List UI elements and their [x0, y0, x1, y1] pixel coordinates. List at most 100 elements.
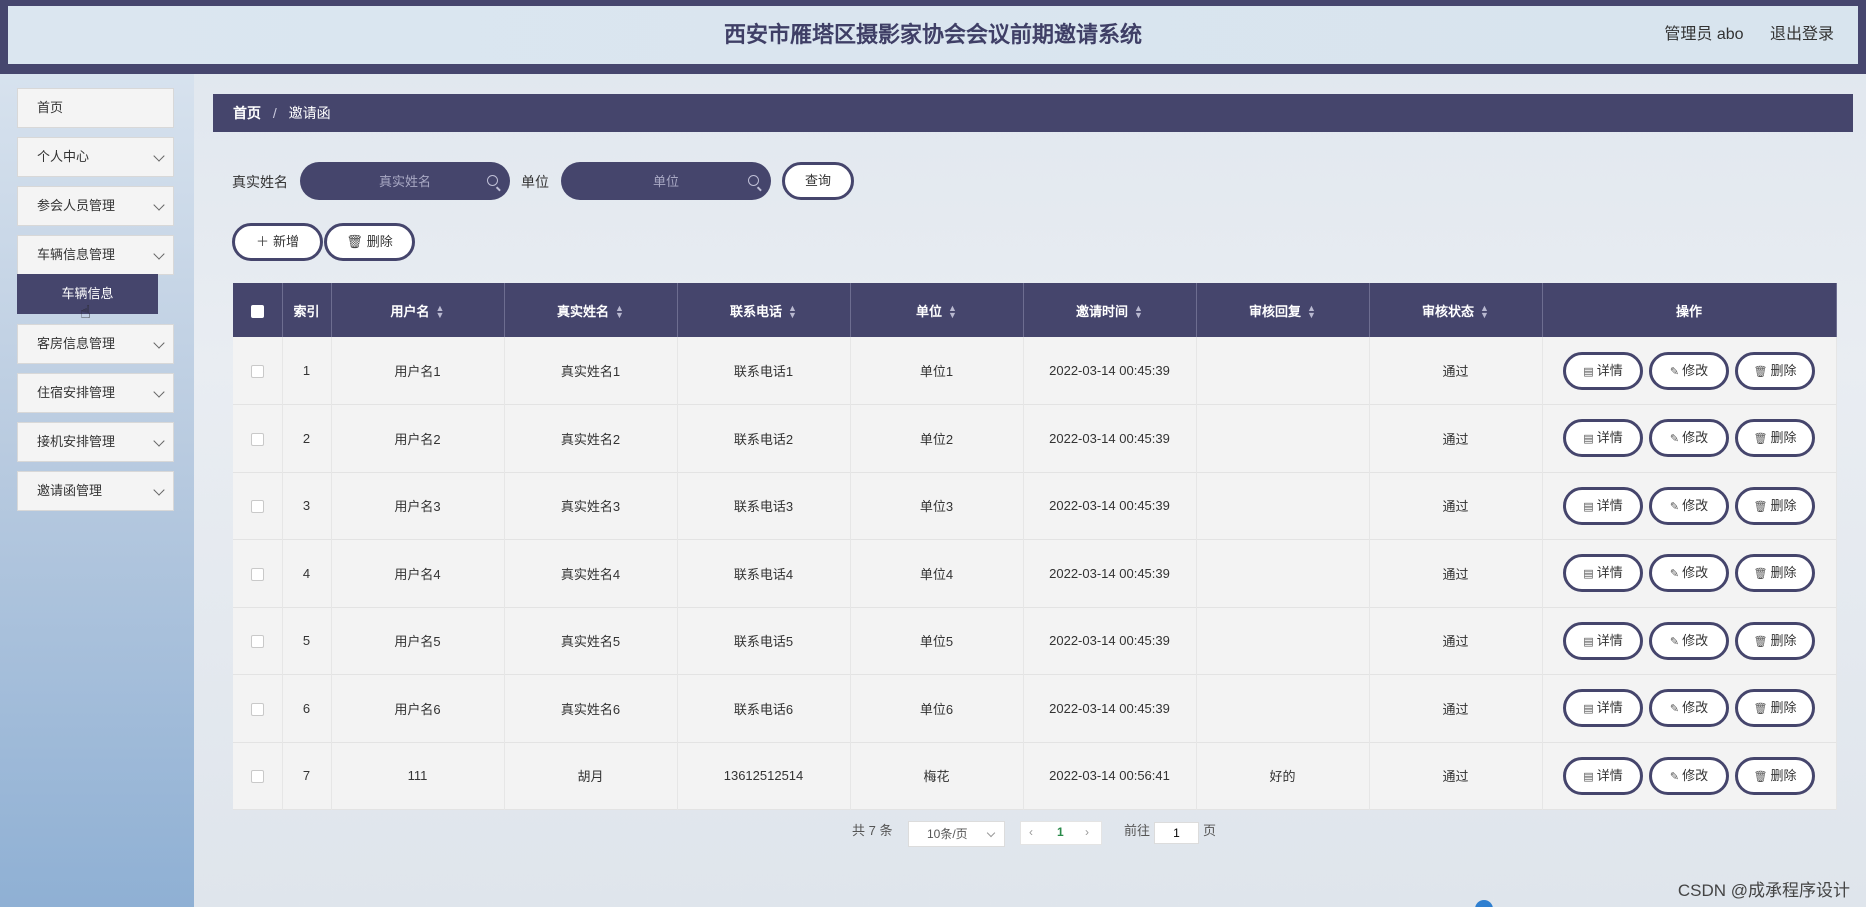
- cell-review-reply: [1196, 607, 1370, 675]
- cell-phone: 联系电话6: [677, 674, 851, 742]
- document-icon: ▤: [1583, 433, 1594, 446]
- cell-actions: ▤ 详情 ✎ 修改 🗑 删除: [1542, 607, 1837, 675]
- cell-invite-time: 2022-03-14 00:45:39: [1023, 472, 1197, 540]
- cell-index: 1: [282, 337, 332, 405]
- sidebar-item-pickup-mgmt[interactable]: 接机安排管理: [17, 422, 174, 462]
- trash-icon: 🗑: [1753, 500, 1768, 513]
- cell-actions: ▤ 详情 ✎ 修改 🗑 删除: [1542, 539, 1837, 607]
- goto-page-input[interactable]: [1154, 822, 1199, 844]
- page-suffix: 页: [1203, 823, 1217, 838]
- cell-realname: 真实姓名5: [504, 607, 678, 675]
- batch-delete-button[interactable]: 🗑 删除: [324, 223, 415, 261]
- edit-button[interactable]: ✎ 修改: [1649, 621, 1729, 660]
- delete-button[interactable]: 🗑 删除: [1735, 621, 1815, 660]
- breadcrumb-home[interactable]: 首页: [233, 105, 261, 121]
- detail-button[interactable]: ▤ 详情: [1563, 621, 1643, 660]
- delete-button[interactable]: 🗑 删除: [1735, 351, 1815, 390]
- add-button[interactable]: ＋ 新增: [232, 223, 323, 261]
- select-all-checkbox[interactable]: [250, 304, 264, 318]
- table-row: 6 用户名6 真实姓名6 联系电话6 单位6 2022-03-14 00:45:39 通过 ▤…: [233, 674, 1837, 742]
- delete-button-label: 删除: [1770, 362, 1797, 378]
- sort-icon[interactable]: ▲ ▼: [948, 304, 957, 320]
- sidebar-item-lodging-mgmt[interactable]: 住宿安排管理: [17, 373, 174, 413]
- detail-button-label: 详情: [1596, 430, 1623, 446]
- delete-button[interactable]: 🗑 删除: [1735, 486, 1815, 525]
- column-header-review-reply[interactable]: 审核回复 ▲ ▼: [1196, 283, 1370, 337]
- realname-search-field: [300, 162, 510, 200]
- detail-button[interactable]: ▤ 详情: [1563, 419, 1643, 458]
- row-checkbox[interactable]: [250, 432, 264, 446]
- column-header-label: 用户名: [390, 303, 430, 319]
- pencil-icon: ✎: [1669, 500, 1680, 513]
- column-header-unit[interactable]: 单位 ▲ ▼: [850, 283, 1024, 337]
- cell-realname: 真实姓名6: [504, 674, 678, 742]
- column-header-review-status[interactable]: 审核状态 ▲ ▼: [1369, 283, 1543, 337]
- current-user: 管理员 abo: [1664, 26, 1744, 43]
- detail-button[interactable]: ▤ 详情: [1563, 351, 1643, 390]
- cell-realname: 真实姓名3: [504, 472, 678, 540]
- sort-icon[interactable]: ▲ ▼: [1307, 304, 1316, 320]
- row-checkbox[interactable]: [250, 567, 264, 581]
- sort-icon[interactable]: ▲ ▼: [436, 304, 445, 320]
- page-number-current[interactable]: 1: [1057, 825, 1064, 839]
- chevron-down-icon: [153, 386, 165, 398]
- edit-button[interactable]: ✎ 修改: [1649, 419, 1729, 458]
- page-size-select[interactable]: 10条/页: [908, 821, 1005, 847]
- document-icon: ▤: [1583, 568, 1594, 581]
- breadcrumb-current: 邀请函: [288, 105, 331, 121]
- add-button-label: 新增: [273, 234, 300, 249]
- table-header-row: 索引 用户名 ▲ ▼ 真实姓名 ▲ ▼ 联系电话 ▲ ▼ 单位 ▲ ▼ 邀请时间 ▲ ▼ 审核回复 ▲…: [233, 283, 1837, 337]
- delete-button[interactable]: 🗑 删除: [1735, 554, 1815, 593]
- detail-button[interactable]: ▤ 详情: [1563, 689, 1643, 728]
- floating-widget[interactable]: [1475, 900, 1493, 907]
- column-header-realname[interactable]: 真实姓名 ▲ ▼: [504, 283, 678, 337]
- sort-icon[interactable]: ▲ ▼: [615, 304, 624, 320]
- document-icon: ▤: [1583, 365, 1594, 378]
- detail-button[interactable]: ▤ 详情: [1563, 554, 1643, 593]
- realname-search-input[interactable]: [300, 162, 510, 200]
- row-checkbox[interactable]: [250, 635, 264, 649]
- cell-unit: 单位5: [850, 607, 1024, 675]
- row-checkbox[interactable]: [250, 500, 264, 514]
- sort-icon[interactable]: ▲ ▼: [788, 304, 797, 320]
- edit-button-label: 修改: [1682, 430, 1709, 446]
- edit-button[interactable]: ✎ 修改: [1649, 689, 1729, 728]
- edit-button-label: 修改: [1682, 632, 1709, 648]
- sidebar-item-home[interactable]: 首页: [17, 88, 174, 128]
- prev-page-button[interactable]: ‹: [1029, 825, 1033, 839]
- sidebar-item-vehicle-mgmt[interactable]: 车辆信息管理: [17, 235, 174, 275]
- detail-button[interactable]: ▤ 详情: [1563, 756, 1643, 795]
- row-checkbox[interactable]: [250, 770, 264, 784]
- chevron-down-icon: [153, 484, 165, 496]
- cell-realname: 真实姓名2: [504, 404, 678, 472]
- sort-icon[interactable]: ▲ ▼: [1480, 304, 1489, 320]
- logout-link[interactable]: 退出登录: [1770, 26, 1834, 43]
- edit-button[interactable]: ✎ 修改: [1649, 486, 1729, 525]
- unit-search-label: 单位: [521, 174, 549, 190]
- column-header-username[interactable]: 用户名 ▲ ▼: [331, 283, 505, 337]
- edit-button[interactable]: ✎ 修改: [1649, 554, 1729, 593]
- column-header-label: 联系电话: [730, 303, 783, 319]
- column-header-invite-time[interactable]: 邀请时间 ▲ ▼: [1023, 283, 1197, 337]
- edit-button[interactable]: ✎ 修改: [1649, 351, 1729, 390]
- sidebar-item-invitation-mgmt[interactable]: 邀请函管理: [17, 471, 174, 511]
- sidebar-item-room-mgmt[interactable]: 客房信息管理: [17, 324, 174, 364]
- unit-search-input[interactable]: [561, 162, 771, 200]
- sort-icon[interactable]: ▲ ▼: [1134, 304, 1143, 320]
- delete-button[interactable]: 🗑 删除: [1735, 689, 1815, 728]
- cell-review-reply: [1196, 404, 1370, 472]
- query-button[interactable]: 查询: [782, 162, 854, 200]
- delete-button[interactable]: 🗑 删除: [1735, 756, 1815, 795]
- delete-button[interactable]: 🗑 删除: [1735, 419, 1815, 458]
- detail-button[interactable]: ▤ 详情: [1563, 486, 1643, 525]
- next-page-button[interactable]: ›: [1085, 825, 1089, 839]
- column-header-phone[interactable]: 联系电话 ▲ ▼: [677, 283, 851, 337]
- sidebar-item-attendee-mgmt[interactable]: 参会人员管理: [17, 186, 174, 226]
- sidebar-item-personal-center[interactable]: 个人中心: [17, 137, 174, 177]
- row-checkbox[interactable]: [250, 365, 264, 379]
- row-checkbox[interactable]: [250, 702, 264, 716]
- unit-search-field: [561, 162, 771, 200]
- edit-button[interactable]: ✎ 修改: [1649, 756, 1729, 795]
- cell-index: 7: [282, 742, 332, 810]
- table-row: 2 用户名2 真实姓名2 联系电话2 单位2 2022-03-14 00:45:39 通过 ▤…: [233, 404, 1837, 472]
